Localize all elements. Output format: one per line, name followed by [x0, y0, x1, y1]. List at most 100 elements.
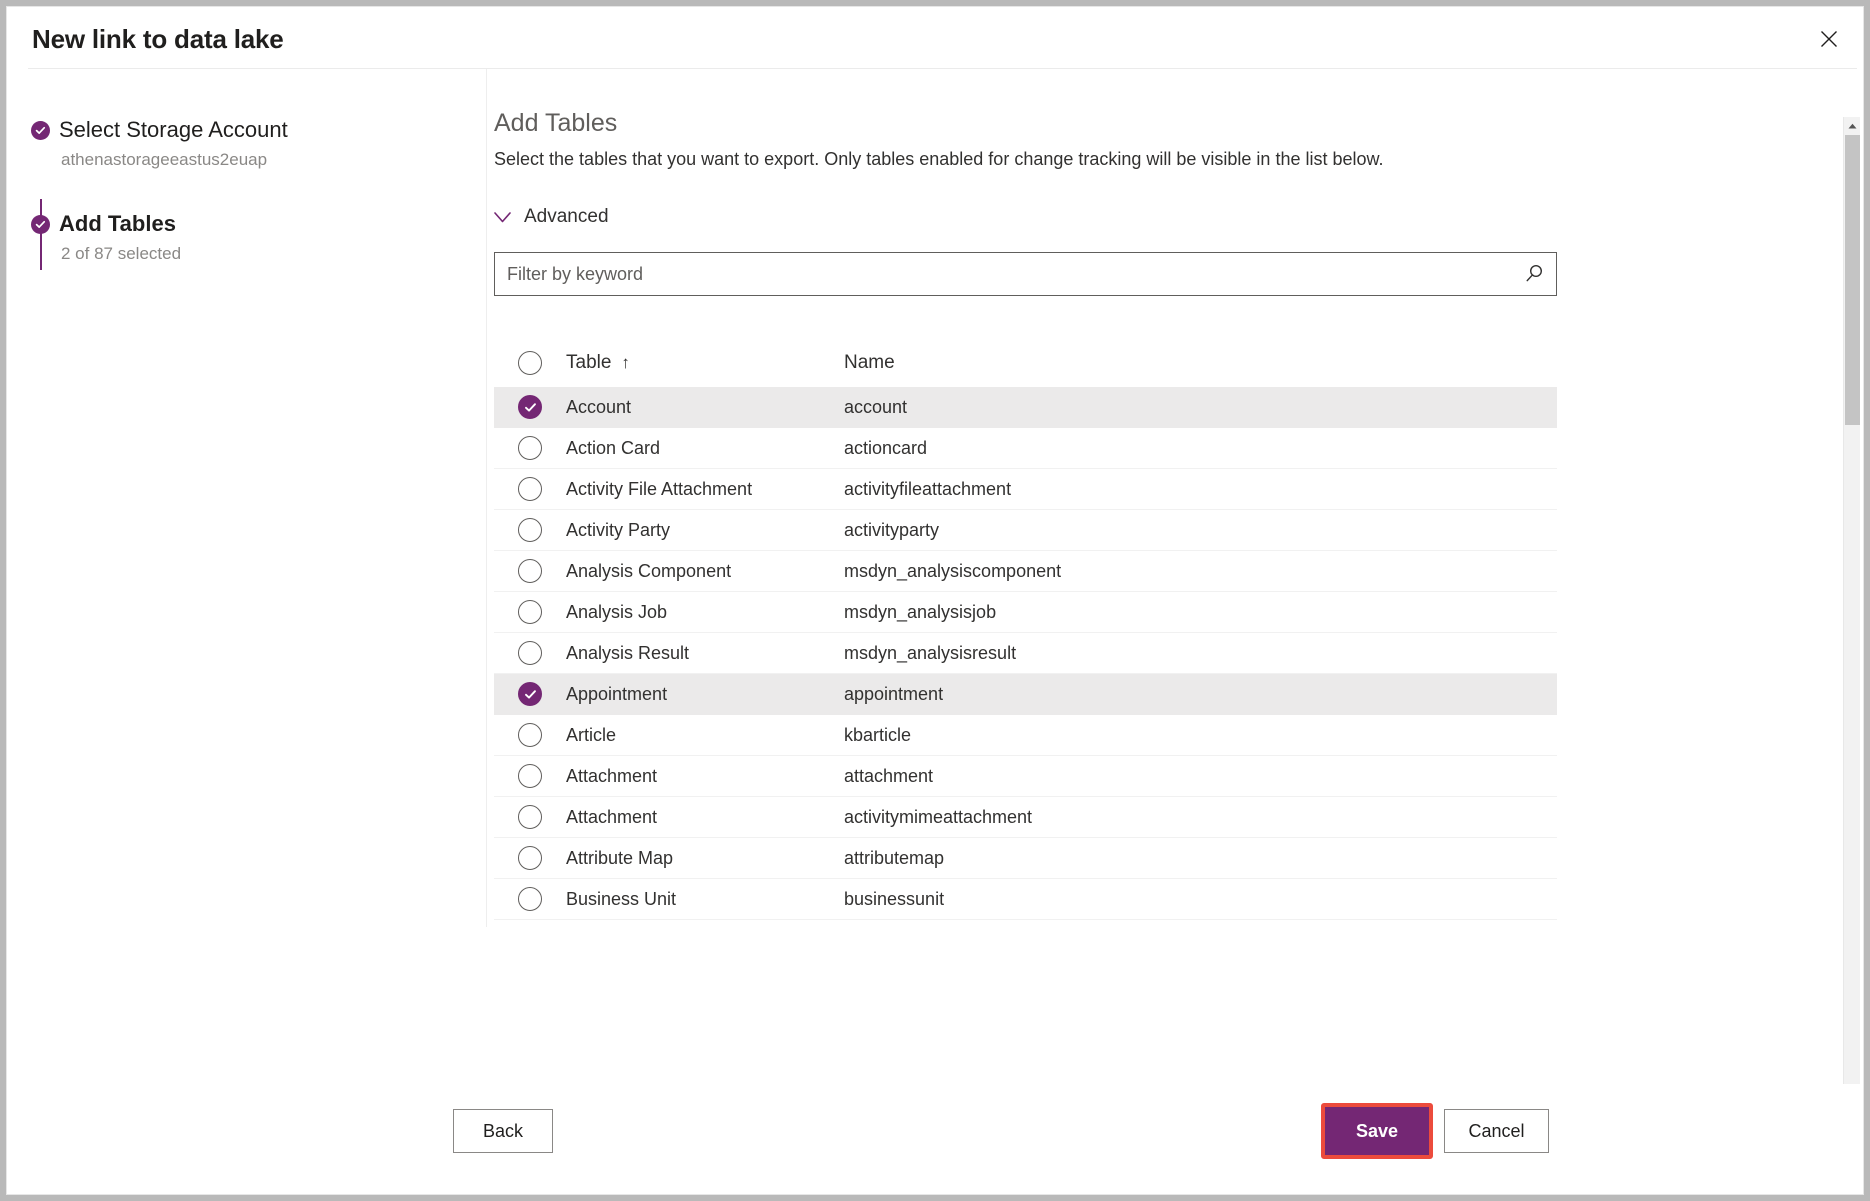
row-checkbox-cell — [494, 682, 566, 706]
row-table-label: Business Unit — [566, 889, 844, 910]
row-name-label: msdyn_analysiscomponent — [844, 561, 1557, 582]
row-checkbox[interactable] — [518, 887, 542, 911]
table-row[interactable]: Analysis Componentmsdyn_analysiscomponen… — [494, 551, 1557, 592]
wizard-steps: Select Storage Account athenastorageeast… — [7, 69, 487, 1127]
row-checkbox-cell — [494, 887, 566, 911]
check-circle-icon — [31, 121, 50, 140]
row-checkbox-cell — [494, 477, 566, 501]
table-row[interactable]: Analysis Jobmsdyn_analysisjob — [494, 592, 1557, 633]
wizard-step-subtitle: 2 of 87 selected — [61, 244, 181, 264]
row-table-label: Activity Party — [566, 520, 844, 541]
column-header-name[interactable]: Name — [844, 352, 1557, 374]
search-icon[interactable] — [1515, 256, 1553, 292]
row-name-label: attributemap — [844, 848, 1557, 869]
column-header-table-label: Table — [566, 352, 611, 373]
row-checkbox[interactable] — [518, 600, 542, 624]
row-name-label: businessunit — [844, 889, 1557, 910]
row-checkbox[interactable] — [518, 723, 542, 747]
row-checkbox[interactable] — [518, 477, 542, 501]
chevron-down-icon — [494, 212, 511, 223]
new-link-dialog: New link to data lake Select Storage Acc… — [6, 6, 1864, 1195]
row-checkbox-cell — [494, 436, 566, 460]
row-table-label: Appointment — [566, 684, 844, 705]
row-checkbox-checked-icon[interactable] — [518, 682, 542, 706]
cancel-button[interactable]: Cancel — [1444, 1109, 1549, 1153]
row-name-label: kbarticle — [844, 725, 1557, 746]
row-checkbox-cell — [494, 723, 566, 747]
page-title: New link to data lake — [32, 24, 284, 55]
row-checkbox[interactable] — [518, 641, 542, 665]
column-header-table[interactable]: Table ↑ — [566, 352, 844, 374]
table-header-row: Table ↑ Name — [494, 339, 1557, 387]
row-table-label: Attribute Map — [566, 848, 844, 869]
row-table-label: Analysis Result — [566, 643, 844, 664]
table-row[interactable]: Action Cardactioncard — [494, 428, 1557, 469]
row-table-label: Attachment — [566, 807, 844, 828]
save-button-highlight: Save — [1321, 1103, 1433, 1159]
table-row[interactable]: Appointmentappointment — [494, 674, 1557, 715]
row-name-label: msdyn_analysisjob — [844, 602, 1557, 623]
back-button[interactable]: Back — [453, 1109, 553, 1153]
table-rows: AccountaccountAction CardactioncardActiv… — [494, 387, 1557, 920]
check-circle-icon — [31, 215, 50, 234]
row-table-label: Attachment — [566, 766, 844, 787]
table-row[interactable]: Attribute Mapattributemap — [494, 838, 1557, 879]
select-all-checkbox[interactable] — [518, 351, 542, 375]
step-connector-line — [40, 199, 42, 270]
row-checkbox-cell — [494, 805, 566, 829]
row-checkbox-cell — [494, 641, 566, 665]
add-tables-panel: Add Tables Select the tables that you wa… — [487, 69, 1864, 927]
table-row[interactable]: Articlekbarticle — [494, 715, 1557, 756]
row-checkbox-cell — [494, 395, 566, 419]
tables-list: Table↑ Name AccountaccountAction Cardact… — [494, 339, 1557, 920]
search-input[interactable] — [495, 253, 1513, 295]
panel-title: Add Tables — [494, 109, 617, 138]
close-icon[interactable] — [1809, 21, 1849, 57]
row-checkbox[interactable] — [518, 559, 542, 583]
row-checkbox[interactable] — [518, 764, 542, 788]
row-checkbox[interactable] — [518, 436, 542, 460]
select-all-checkbox-cell — [494, 351, 566, 375]
table-row[interactable]: Attachmentattachment — [494, 756, 1557, 797]
row-table-label: Analysis Component — [566, 561, 844, 582]
table-row[interactable]: Activity File Attachmentactivityfileatta… — [494, 469, 1557, 510]
row-table-label: Analysis Job — [566, 602, 844, 623]
row-name-label: actioncard — [844, 438, 1557, 459]
scroll-up-arrow-icon[interactable] — [1844, 117, 1861, 134]
table-row[interactable]: Business Unitbusinessunit — [494, 879, 1557, 920]
row-name-label: account — [844, 397, 1557, 418]
table-row[interactable]: Activity Partyactivityparty — [494, 510, 1557, 551]
row-checkbox-cell — [494, 600, 566, 624]
sort-ascending-icon: ↑ — [621, 353, 630, 372]
row-table-label: Action Card — [566, 438, 844, 459]
save-button[interactable]: Save — [1325, 1107, 1429, 1155]
row-name-label: msdyn_analysisresult — [844, 643, 1557, 664]
table-row[interactable]: Accountaccount — [494, 387, 1557, 428]
row-name-label: attachment — [844, 766, 1557, 787]
wizard-step-title: Add Tables — [59, 211, 176, 237]
row-table-label: Account — [566, 397, 844, 418]
row-checkbox[interactable] — [518, 518, 542, 542]
table-row[interactable]: Analysis Resultmsdyn_analysisresult — [494, 633, 1557, 674]
dialog-footer: Back Save Cancel — [7, 1084, 1864, 1194]
advanced-toggle[interactable]: Advanced — [494, 203, 609, 231]
row-checkbox[interactable] — [518, 846, 542, 870]
row-checkbox-cell — [494, 846, 566, 870]
row-name-label: activitymimeattachment — [844, 807, 1557, 828]
row-checkbox[interactable] — [518, 805, 542, 829]
dialog-header: New link to data lake — [7, 7, 1864, 69]
filter-field — [494, 252, 1557, 296]
row-name-label: activityfileattachment — [844, 479, 1557, 500]
row-checkbox-cell — [494, 764, 566, 788]
panel-description: Select the tables that you want to expor… — [494, 149, 1384, 170]
vertical-scrollbar[interactable] — [1843, 117, 1860, 1117]
wizard-step-title: Select Storage Account — [59, 117, 288, 143]
wizard-step-subtitle: athenastorageeastus2euap — [61, 150, 267, 170]
row-name-label: appointment — [844, 684, 1557, 705]
row-name-label: activityparty — [844, 520, 1557, 541]
row-checkbox-cell — [494, 518, 566, 542]
table-row[interactable]: Attachmentactivitymimeattachment — [494, 797, 1557, 838]
row-checkbox-checked-icon[interactable] — [518, 395, 542, 419]
advanced-label: Advanced — [524, 206, 609, 228]
scrollbar-thumb[interactable] — [1845, 135, 1860, 425]
